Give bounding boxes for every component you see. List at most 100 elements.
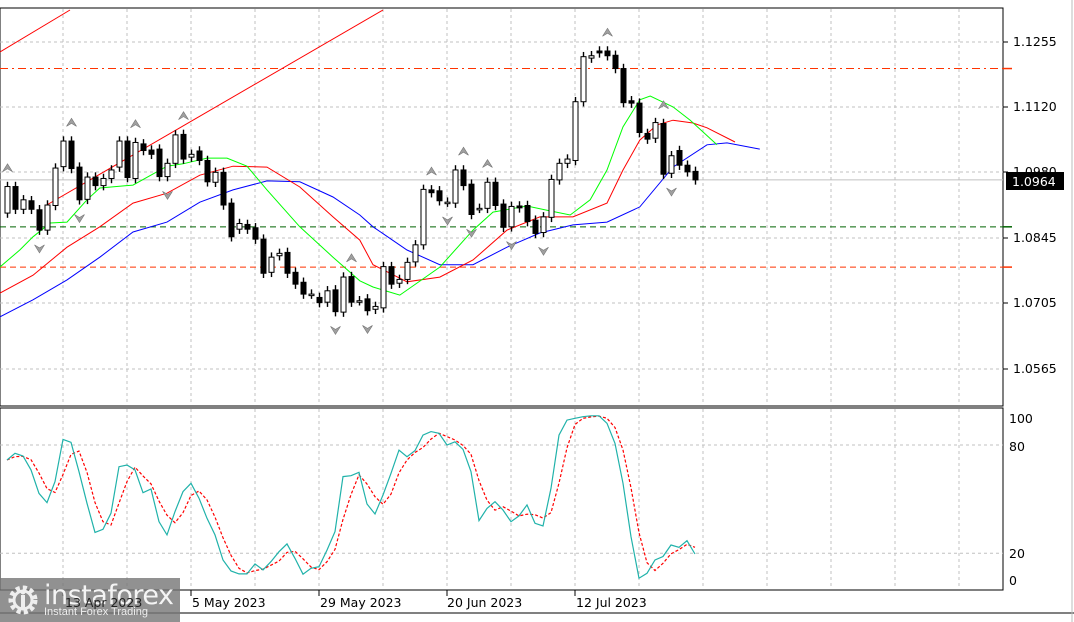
- price-tick-label: 1.0565: [1013, 361, 1057, 376]
- candle-bearish: [300, 281, 307, 295]
- candle-bearish: [140, 143, 147, 152]
- price-tick-label: 1.0845: [1013, 230, 1057, 245]
- candle-bullish: [652, 122, 659, 139]
- candle-bullish: [100, 177, 107, 187]
- candle-bearish: [244, 223, 251, 230]
- candle-bearish: [676, 150, 683, 166]
- candle-bearish: [148, 149, 155, 155]
- candle-bearish: [204, 159, 211, 183]
- candle-bullish: [668, 155, 675, 174]
- candle-bullish: [540, 216, 547, 234]
- candle-bearish: [284, 251, 291, 274]
- stoch-tick-label: 100: [1009, 411, 1033, 426]
- candle-bullish: [212, 171, 219, 183]
- candle-bullish: [420, 188, 427, 246]
- candle-bearish: [388, 266, 395, 285]
- candle-bullish: [396, 278, 403, 284]
- candle-bearish: [636, 102, 643, 134]
- candle-bullish: [356, 300, 363, 303]
- candle-bullish: [580, 56, 587, 103]
- candle-bearish: [532, 219, 539, 234]
- candle-bearish: [180, 133, 187, 160]
- candle-bullish: [564, 158, 571, 164]
- candle-bearish: [628, 100, 635, 104]
- price-tick-label: 1.1255: [1013, 34, 1057, 49]
- stoch-tick-label: 0: [1009, 573, 1017, 588]
- candle-bearish: [228, 202, 235, 238]
- price-chart: 1.1255 1.1120 1.0980 1.0845 1.0705 1.056…: [0, 0, 1074, 622]
- candle-bearish: [692, 170, 699, 181]
- candle-bearish: [596, 50, 603, 54]
- price-tick-label: 1.1120: [1013, 99, 1057, 114]
- candle-bearish: [660, 123, 667, 175]
- candle-bullish: [588, 55, 595, 59]
- candle-bearish: [516, 205, 523, 209]
- candle-bearish: [468, 183, 475, 215]
- instaforex-watermark: instaforex Instant Forex Trading: [0, 578, 180, 622]
- candle-bullish: [452, 169, 459, 204]
- candle-bearish: [428, 189, 435, 194]
- candle-bearish: [196, 150, 203, 161]
- watermark-tagline: Instant Forex Trading: [44, 606, 148, 618]
- price-tick-label: 1.0705: [1013, 295, 1057, 310]
- candle-bearish: [348, 276, 355, 303]
- candle-bearish: [684, 164, 691, 173]
- candle-bearish: [500, 203, 507, 228]
- candle-bullish: [236, 223, 243, 230]
- stoch-tick-label: 20: [1009, 546, 1025, 561]
- candle-bearish: [68, 140, 75, 170]
- candle-bullish: [116, 140, 123, 168]
- candle-bullish: [44, 204, 51, 231]
- candle-bullish: [164, 162, 171, 178]
- candle-bullish: [372, 305, 379, 310]
- candle-bearish: [36, 209, 43, 231]
- candle-bullish: [4, 186, 11, 214]
- date-label: 20 Jun 2023: [447, 595, 522, 610]
- current-price-label: 1.0964: [1012, 174, 1056, 189]
- candle-bullish: [572, 101, 579, 161]
- candle-bullish: [60, 140, 67, 168]
- gear-logo-icon: [8, 585, 38, 615]
- candle-bullish: [340, 276, 347, 313]
- date-label: 12 Jul 2023: [576, 595, 647, 610]
- candle-bullish: [172, 134, 179, 164]
- candle-bullish: [52, 167, 59, 206]
- candle-bearish: [364, 298, 371, 312]
- candle-bearish: [436, 190, 443, 202]
- candle-bullish: [188, 153, 195, 158]
- candle-bullish: [548, 178, 555, 218]
- candle-bearish: [260, 238, 267, 274]
- candle-bearish: [492, 181, 499, 206]
- candle-bullish: [132, 141, 139, 179]
- date-label: 29 May 2023: [320, 595, 402, 610]
- candle-bullish: [508, 205, 515, 228]
- candle-bearish: [620, 68, 627, 104]
- candle-bearish: [124, 140, 131, 179]
- candle-bullish: [484, 181, 491, 209]
- candle-bearish: [252, 227, 259, 240]
- date-label: 5 May 2023: [192, 595, 266, 610]
- candle-bullish: [308, 293, 315, 297]
- candle-bullish: [412, 244, 419, 263]
- candle-bearish: [460, 169, 467, 187]
- candle-bearish: [292, 271, 299, 285]
- candle-bullish: [84, 176, 91, 200]
- candle-bullish: [556, 162, 563, 181]
- candle-bearish: [604, 50, 611, 57]
- candle-bullish: [268, 256, 275, 273]
- candle-bearish: [12, 186, 19, 210]
- candle-bearish: [316, 296, 323, 304]
- candle-bearish: [220, 171, 227, 206]
- candle-bearish: [524, 204, 531, 223]
- candle-bearish: [76, 166, 83, 201]
- candle-bearish: [332, 289, 339, 313]
- candle-bearish: [156, 148, 163, 178]
- candle-bullish: [476, 207, 483, 211]
- candle-bullish: [444, 201, 451, 205]
- candle-bearish: [28, 200, 35, 210]
- candle-bearish: [612, 54, 619, 70]
- candle-bullish: [20, 199, 27, 210]
- candle-bearish: [92, 176, 99, 187]
- candle-bullish: [276, 252, 283, 257]
- candle-bullish: [380, 266, 387, 309]
